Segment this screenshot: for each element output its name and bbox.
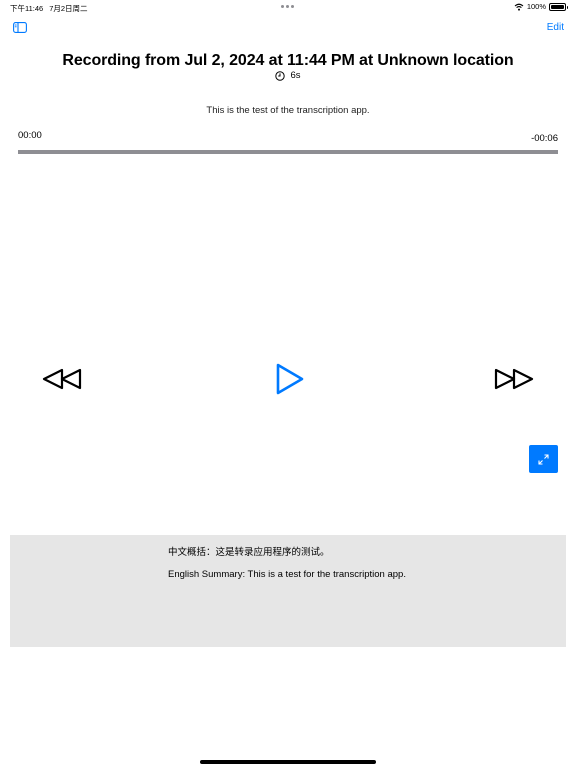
status-time: 下午11:46 — [10, 4, 44, 13]
duration-row: 6s — [0, 70, 576, 81]
summary-panel: 中文概括：这是转录应用程序的测试。 English Summary: This … — [10, 535, 566, 647]
rewind-icon[interactable] — [42, 368, 82, 390]
status-bar: 下午11:46 7月2日周二 100% — [0, 0, 576, 14]
recording-detail-screen: 下午11:46 7月2日周二 100% Edit Recording from … — [0, 0, 576, 768]
multitasking-dots-icon[interactable] — [281, 5, 294, 8]
battery-percent: 100% — [526, 2, 546, 11]
chinese-summary: 中文概括：这是转录应用程序的测试。 — [168, 547, 330, 558]
battery-icon — [549, 2, 568, 11]
duration-label: 6s — [290, 70, 301, 81]
status-left: 下午11:46 7月2日周二 — [10, 3, 88, 14]
remaining-time-label: -00:06 — [531, 133, 558, 144]
home-indicator[interactable] — [200, 760, 376, 764]
current-time-label: 00:00 — [18, 130, 42, 141]
expand-button[interactable] — [529, 445, 558, 473]
status-right: 100% — [514, 2, 568, 11]
clock-icon — [275, 70, 286, 81]
fast-forward-icon[interactable] — [494, 368, 534, 390]
status-date: 7月2日周二 — [49, 4, 88, 13]
sidebar-toggle-icon[interactable] — [13, 22, 27, 33]
playback-slider[interactable] — [18, 150, 558, 154]
english-summary: English Summary: This is a test for the … — [168, 569, 406, 580]
transcript-text: This is the test of the transcription ap… — [206, 105, 370, 116]
play-icon[interactable] — [275, 362, 305, 396]
wifi-icon — [514, 3, 524, 11]
expand-icon — [538, 453, 549, 465]
recording-title: Recording from Jul 2, 2024 at 11:44 PM a… — [62, 52, 514, 69]
edit-button[interactable]: Edit — [547, 22, 564, 33]
